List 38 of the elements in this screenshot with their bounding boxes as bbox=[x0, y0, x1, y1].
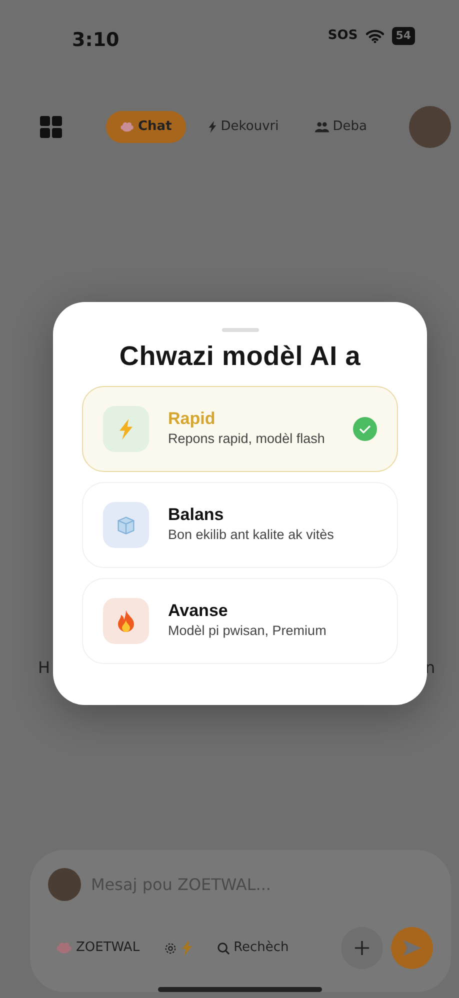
brain-icon bbox=[56, 940, 72, 956]
nav-tab[interactable]: Chat bbox=[106, 111, 186, 143]
option-name: Rapid bbox=[168, 409, 216, 430]
ice-cube-icon bbox=[115, 514, 137, 536]
add-button[interactable] bbox=[341, 927, 383, 969]
model-chip[interactable]: ZOETWAL bbox=[56, 938, 140, 958]
option-description: Repons rapid, modèl flash bbox=[168, 430, 325, 448]
people-icon bbox=[314, 120, 329, 134]
wifi-icon bbox=[366, 28, 384, 43]
avatar bbox=[48, 868, 81, 901]
search-button[interactable]: Rechèch bbox=[216, 938, 289, 958]
send-icon bbox=[402, 939, 422, 957]
checkmark-icon bbox=[353, 417, 377, 442]
model-option[interactable]: Rapid Repons rapid, modèl flash bbox=[82, 386, 398, 472]
option-description: Bon ekilib ant kalite ak vitès bbox=[168, 526, 334, 544]
fire-icon bbox=[115, 610, 137, 632]
sheet-title: Chwazi modèl AI a bbox=[118, 340, 362, 372]
profile-avatar[interactable] bbox=[409, 106, 451, 148]
option-description: Modèl pi pwisan, Premium bbox=[168, 622, 326, 640]
lightning-icon bbox=[208, 121, 217, 133]
status-time: 3:10 bbox=[72, 28, 120, 53]
send-button[interactable] bbox=[391, 927, 433, 969]
sos-indicator: SOS bbox=[328, 27, 358, 45]
covered-text: H bbox=[38, 657, 50, 679]
lightning-icon bbox=[118, 418, 134, 440]
model-option[interactable]: Avanse Modèl pi pwisan, Premium bbox=[82, 578, 398, 664]
grid-menu-icon[interactable] bbox=[40, 116, 62, 138]
nav-tab[interactable]: Dekouvri bbox=[194, 111, 293, 143]
battery-level: 54 bbox=[392, 26, 415, 45]
nav-tab[interactable]: Deba bbox=[300, 111, 381, 143]
sheet-handle[interactable] bbox=[222, 328, 258, 332]
search-icon bbox=[216, 942, 230, 954]
brain-icon bbox=[120, 120, 134, 134]
model-option[interactable]: Balans Bon ekilib ant kalite ak vitès bbox=[82, 482, 398, 568]
plus-icon bbox=[354, 940, 370, 956]
option-name: Balans bbox=[168, 505, 225, 526]
option-name: Avanse bbox=[168, 601, 229, 622]
gear-icon[interactable] bbox=[164, 942, 177, 954]
